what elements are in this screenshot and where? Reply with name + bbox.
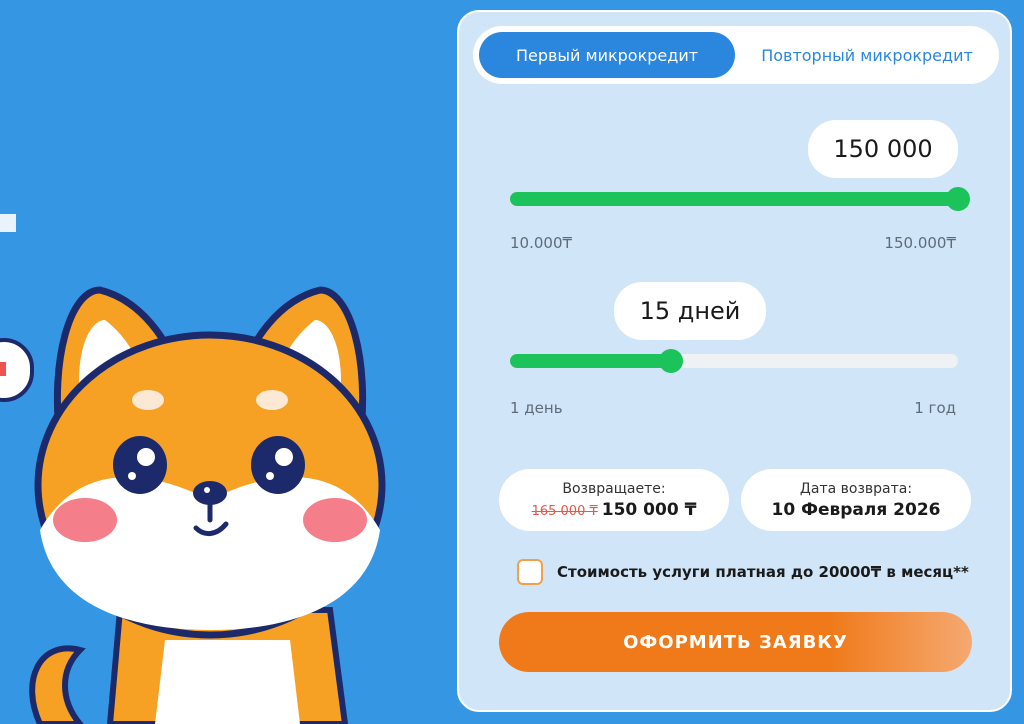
fee-text: Стоимость услуги платная до 20000₸ в мес… bbox=[557, 563, 969, 581]
tab-first-microcredit[interactable]: Первый микрокредит bbox=[479, 32, 735, 78]
loan-type-tabs: Первый микрокредит Повторный микрокредит bbox=[473, 26, 999, 84]
return-date-box: Дата возврата: 10 Февраля 2026 bbox=[741, 469, 971, 531]
term-slider[interactable] bbox=[510, 349, 958, 373]
return-date-value: 10 Февраля 2026 bbox=[771, 499, 941, 520]
amount-value: 150 000 bbox=[808, 120, 958, 178]
amount-max-label: 150.000₸ bbox=[884, 234, 956, 252]
term-value: 15 дней bbox=[614, 282, 766, 340]
tab-repeat-microcredit[interactable]: Повторный микрокредит bbox=[741, 32, 993, 78]
amount-slider-handle[interactable] bbox=[946, 187, 970, 211]
return-label: Возвращаете: bbox=[562, 480, 666, 497]
decorative-square bbox=[0, 214, 16, 232]
return-amount: 165 000 ₸ 150 000 ₸ bbox=[532, 500, 697, 520]
loan-calculator-card: Первый микрокредит Повторный микрокредит… bbox=[457, 10, 1012, 712]
return-amount-box: Возвращаете: 165 000 ₸ 150 000 ₸ bbox=[499, 469, 729, 531]
submit-application-button[interactable]: ОФОРМИТЬ ЗАЯВКУ bbox=[499, 612, 972, 672]
amount-slider[interactable] bbox=[510, 187, 970, 211]
return-date-label: Дата возврата: bbox=[799, 480, 913, 497]
term-slider-handle[interactable] bbox=[659, 349, 684, 373]
fee-row: Стоимость услуги платная до 20000₸ в мес… bbox=[517, 559, 969, 585]
amount-min-label: 10.000₸ bbox=[510, 234, 573, 252]
fee-checkbox[interactable] bbox=[517, 559, 543, 585]
term-max-label: 1 год bbox=[914, 399, 956, 417]
amount-slider-fill bbox=[510, 192, 958, 206]
old-return-amount: 165 000 ₸ bbox=[531, 503, 598, 519]
new-return-amount: 150 000 ₸ bbox=[601, 499, 697, 520]
shiba-mascot-image bbox=[29, 286, 386, 724]
page: Первый микрокредит Повторный микрокредит… bbox=[0, 0, 1024, 724]
term-slider-fill bbox=[510, 354, 672, 368]
term-min-label: 1 день bbox=[510, 399, 563, 417]
